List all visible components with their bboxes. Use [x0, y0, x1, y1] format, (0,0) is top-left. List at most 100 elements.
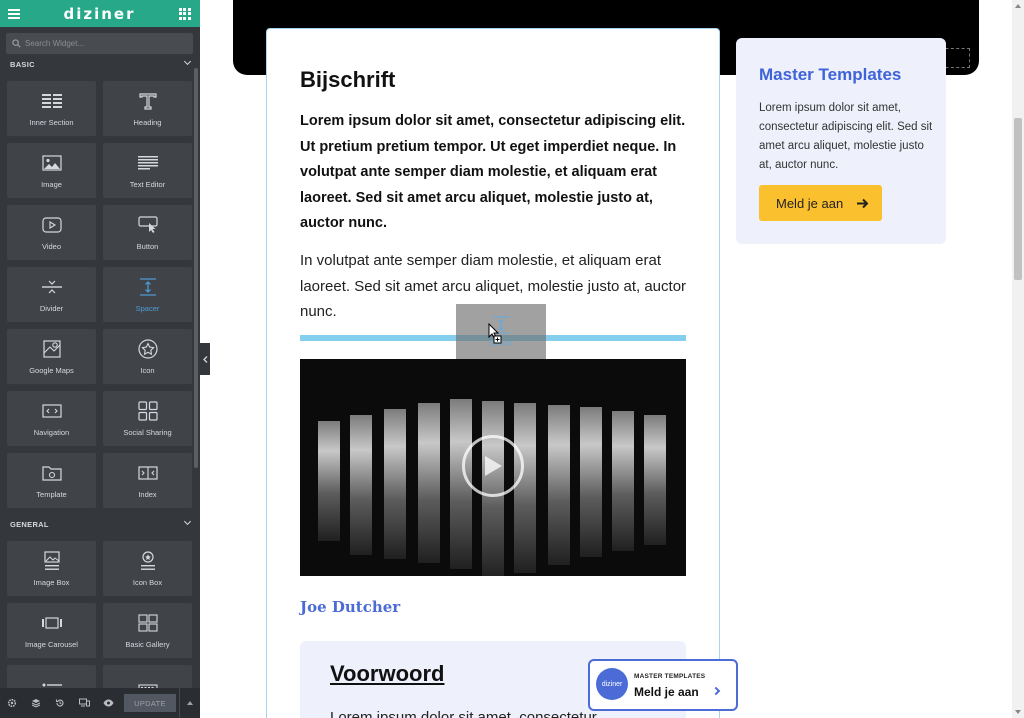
play-icon: [485, 456, 502, 476]
responsive-icon[interactable]: [72, 688, 96, 718]
floating-cta-title: Meld je aan: [634, 685, 699, 699]
image-icon: [41, 152, 62, 174]
scroll-up-icon[interactable]: [1015, 4, 1021, 8]
social-sharing-icon: [137, 400, 158, 422]
chevron-left-icon: [202, 355, 207, 363]
author-name[interactable]: Joe Dutcher: [300, 598, 400, 616]
arrow-right-icon: [857, 198, 869, 208]
brand-logo: diziner: [63, 4, 136, 23]
update-button[interactable]: UPDATE: [124, 694, 176, 712]
navigation-icon: [41, 400, 62, 422]
widget-template[interactable]: Template: [7, 453, 96, 508]
gallery-icon: [137, 612, 158, 634]
button-icon: [137, 214, 158, 236]
video-frame-bar: [384, 409, 406, 559]
widget-image-carousel[interactable]: Image Carousel: [7, 603, 96, 658]
widget-label: Spacer: [135, 304, 160, 313]
foreword-text[interactable]: Lorem ipsum dolor sit amet, consectetur: [330, 709, 597, 718]
spacer-icon: [138, 276, 158, 298]
divider-icon: [41, 276, 62, 298]
play-button[interactable]: [462, 435, 524, 497]
chevron-down-icon[interactable]: [183, 57, 192, 66]
widget-label: Image Box: [33, 578, 70, 587]
menu-icon[interactable]: [8, 8, 20, 19]
widget-label: Image Carousel: [25, 640, 78, 649]
side-card-title[interactable]: Master Templates: [759, 65, 901, 85]
heading-icon: [138, 90, 157, 112]
widget-inner-section[interactable]: Inner Section: [7, 81, 96, 136]
widget-icon[interactable]: Icon: [103, 329, 192, 384]
chevron-down-icon[interactable]: [183, 517, 192, 526]
preview-eye-icon[interactable]: [96, 688, 120, 718]
widget-label: Inner Section: [29, 118, 74, 127]
widget-image-box[interactable]: Image Box: [7, 541, 96, 596]
widget-spacer[interactable]: Spacer: [103, 267, 192, 322]
layers-icon[interactable]: [24, 688, 48, 718]
search-input[interactable]: [25, 39, 185, 48]
video-player[interactable]: [300, 359, 686, 576]
widget-social-sharing[interactable]: Social Sharing: [103, 391, 192, 446]
floating-cta-label: MASTER TEMPLATES: [634, 673, 706, 680]
history-icon[interactable]: [48, 688, 72, 718]
widget-button[interactable]: Button: [103, 205, 192, 260]
scrollbar-thumb[interactable]: [1014, 118, 1022, 280]
video-icon: [41, 214, 62, 236]
widget-heading[interactable]: Heading: [103, 81, 192, 136]
caption-heading[interactable]: Bijschrift: [300, 67, 395, 93]
widget-navigation[interactable]: Navigation: [7, 391, 96, 446]
content-column[interactable]: Bijschrift Lorem ipsum dolor sit amet, c…: [266, 28, 738, 718]
panel-footer: UPDATE: [0, 688, 200, 718]
index-icon: [137, 462, 158, 484]
widget-label: Image: [41, 180, 62, 189]
widget-label: Basic Gallery: [125, 640, 170, 649]
signup-button[interactable]: Meld je aan: [759, 185, 882, 221]
search-icon: [12, 39, 21, 48]
image-box-icon: [43, 550, 60, 572]
icon-box-icon: [140, 550, 156, 572]
widget-icon-box[interactable]: Icon Box: [103, 541, 192, 596]
widget-google-maps[interactable]: Google Maps: [7, 329, 96, 384]
widget-video[interactable]: Video: [7, 205, 96, 260]
video-frame-bar: [350, 415, 372, 555]
scroll-down-icon[interactable]: [1015, 710, 1021, 714]
panel-scrollbar[interactable]: [194, 68, 198, 468]
video-frame-bar: [548, 405, 570, 565]
widget-label: Button: [136, 242, 159, 251]
video-frame-bar: [644, 415, 666, 545]
widget-image[interactable]: Image: [7, 143, 96, 198]
widget-label: Text Editor: [129, 180, 166, 189]
widget-index[interactable]: Index: [103, 453, 192, 508]
widget-label: Index: [138, 490, 157, 499]
master-templates-card[interactable]: Master Templates Lorem ipsum dolor sit a…: [736, 38, 946, 244]
settings-gear-icon[interactable]: [0, 688, 24, 718]
video-frame-bar: [514, 403, 536, 573]
page-scrollbar[interactable]: [1012, 0, 1024, 718]
update-options-caret-icon[interactable]: [179, 688, 199, 718]
widget-text-editor[interactable]: Text Editor: [103, 143, 192, 198]
signup-button-label: Meld je aan: [776, 195, 844, 211]
star-icon: [137, 338, 158, 360]
foreword-heading[interactable]: Voorwoord: [330, 661, 444, 687]
editor-canvas: Bijschrift Lorem ipsum dolor sit amet, c…: [210, 0, 1012, 718]
video-frame-bar: [580, 407, 602, 557]
section-title-general: GENERAL: [10, 520, 49, 529]
widget-basic-gallery[interactable]: Basic Gallery: [103, 603, 192, 658]
widget-divider[interactable]: Divider: [7, 267, 96, 322]
collapse-panel-button[interactable]: [200, 343, 210, 375]
carousel-icon: [41, 612, 62, 634]
widget-label: Heading: [133, 118, 162, 127]
widget-label: Icon: [140, 366, 155, 375]
video-frame-bar: [418, 403, 440, 563]
drag-cursor-icon: [488, 323, 502, 344]
side-card-text[interactable]: Lorem ipsum dolor sit amet, consectetur …: [759, 99, 934, 175]
intro-bold-paragraph[interactable]: Lorem ipsum dolor sit amet, consectetur …: [300, 109, 690, 237]
widget-label: Template: [36, 490, 67, 499]
floating-cta-button[interactable]: diziner MASTER TEMPLATES Meld je aan: [588, 659, 738, 711]
text-editor-icon: [137, 152, 158, 174]
widget-label: Navigation: [33, 428, 70, 437]
search-box[interactable]: [6, 33, 193, 54]
section-title-basic: BASIC: [10, 60, 35, 69]
diziner-logo: diziner: [596, 668, 628, 700]
widget-panel: diziner BASIC Inner Section Heading Imag…: [0, 0, 200, 718]
apps-grid-icon[interactable]: [178, 7, 191, 20]
